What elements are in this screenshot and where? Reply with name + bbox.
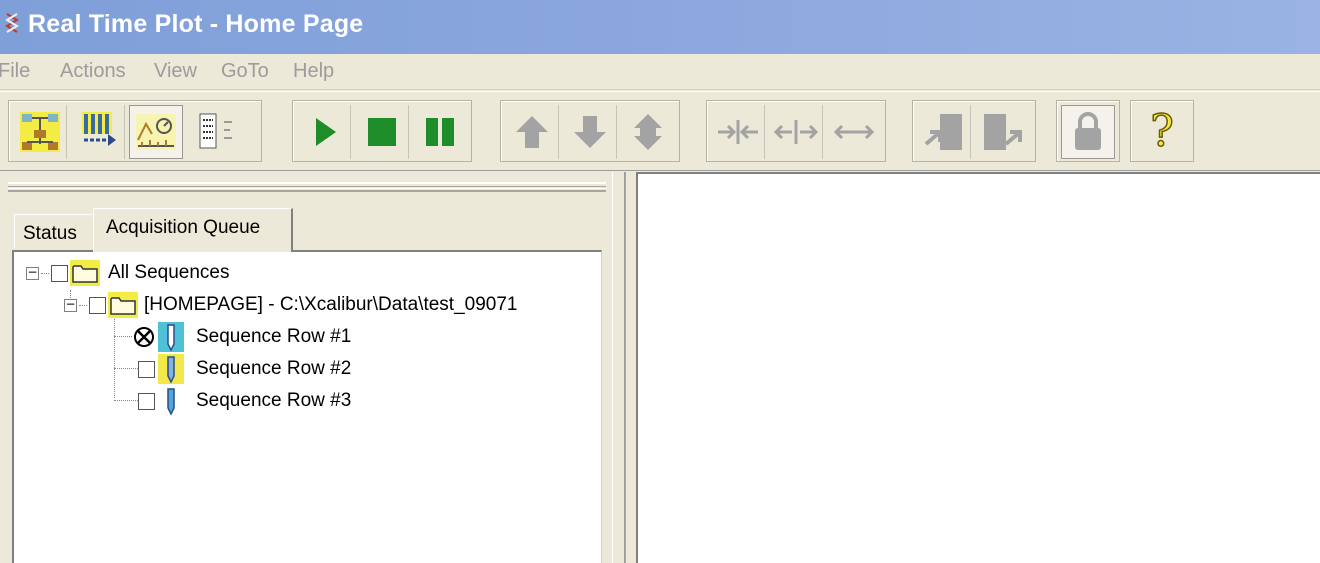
zoom-in-x-icon xyxy=(717,120,758,144)
move-down-icon xyxy=(573,116,606,148)
stop-icon xyxy=(367,118,396,146)
autoscale-x-icon xyxy=(833,124,875,140)
move-up-down-icon xyxy=(634,114,662,150)
vial-icon xyxy=(158,322,184,352)
menu-goto[interactable]: GoTo xyxy=(221,60,269,83)
export-icon xyxy=(984,114,1022,150)
tree-node-sequence[interactable]: − [HOMEPAGE] - C:\Xcalibur\Data\test_090… xyxy=(64,290,517,320)
sequence-icon xyxy=(199,113,232,149)
tab-acquisition-queue[interactable]: Acquisition Queue xyxy=(93,208,293,252)
app-icon xyxy=(5,13,19,33)
real-time-plot-button[interactable] xyxy=(129,105,183,159)
zoom-out-x-button[interactable] xyxy=(769,105,823,159)
tree-node-row-1[interactable]: Sequence Row #1 xyxy=(132,322,351,352)
sequence-button[interactable] xyxy=(189,105,243,159)
tree-connector xyxy=(114,314,115,398)
help-icon: ? xyxy=(1149,106,1174,157)
tree-checkbox[interactable] xyxy=(138,360,155,378)
error-circle-icon xyxy=(134,327,154,347)
menu-help[interactable]: Help xyxy=(293,60,334,83)
start-button[interactable] xyxy=(297,105,351,159)
sequence-tree: − All Sequences − [HOMEPAGE] - C:\Xcalib… xyxy=(12,250,602,563)
zoom-toolbar-group xyxy=(706,100,886,162)
menu-bar: File Actions View GoTo Help xyxy=(0,54,1320,90)
folder-icon xyxy=(108,292,138,318)
lock-toolbar-group xyxy=(1056,100,1120,162)
tree-label-row: Sequence Row #1 xyxy=(196,326,352,347)
tree-checkbox[interactable] xyxy=(51,264,68,282)
move-up-icon xyxy=(515,116,548,148)
window-title: Real Time Plot - Home Page xyxy=(28,10,364,38)
tree-label-row: Sequence Row #3 xyxy=(196,390,352,411)
pause-button[interactable] xyxy=(413,105,467,159)
help-toolbar-group: ? xyxy=(1130,100,1194,162)
tree-checkbox[interactable] xyxy=(89,296,106,314)
view-toolbar-group xyxy=(8,100,262,162)
lock-button[interactable] xyxy=(1061,105,1115,159)
collapse-icon[interactable]: − xyxy=(64,298,77,312)
tree-connector xyxy=(114,336,132,337)
tree-checkbox[interactable] xyxy=(138,392,155,410)
import-icon xyxy=(924,114,962,150)
title-bar[interactable]: Real Time Plot - Home Page xyxy=(0,0,1320,54)
menu-file[interactable]: File xyxy=(0,60,30,83)
acquisition-pane: Status Acquisition Queue − All Sequences xyxy=(0,172,626,563)
move-toolbar-group xyxy=(500,100,680,162)
tree-label-sequence: [HOMEPAGE] - C:\Xcalibur\Data\test_09071 xyxy=(144,294,518,315)
zoom-in-x-button[interactable] xyxy=(711,105,765,159)
zoom-out-x-icon xyxy=(773,120,818,144)
lock-icon xyxy=(1075,112,1101,150)
tree-connector xyxy=(114,400,140,401)
tree-node-row-2[interactable]: Sequence Row #2 xyxy=(138,354,351,384)
pause-icon xyxy=(426,118,454,146)
move-up-button[interactable] xyxy=(505,105,559,159)
vial-icon xyxy=(158,354,184,384)
run-toolbar-group xyxy=(292,100,472,162)
export-button[interactable] xyxy=(975,105,1029,159)
start-icon xyxy=(315,118,336,146)
folder-icon xyxy=(70,260,100,286)
routing-button[interactable] xyxy=(13,105,67,159)
move-up-down-button[interactable] xyxy=(621,105,675,159)
pane-grip-inner xyxy=(8,186,606,189)
menu-view[interactable]: View xyxy=(154,60,197,83)
instrument-setup-button[interactable] xyxy=(71,105,125,159)
help-button[interactable]: ? xyxy=(1135,105,1189,159)
routing-icon xyxy=(19,112,60,152)
app-window: Real Time Plot - Home Page File Actions … xyxy=(0,0,1320,563)
tree-node-all-sequences[interactable]: − All Sequences xyxy=(26,258,229,288)
real-time-plot-icon xyxy=(136,114,176,150)
transfer-toolbar-group xyxy=(912,100,1036,162)
instrument-setup-icon xyxy=(81,112,116,146)
collapse-icon[interactable]: − xyxy=(26,266,39,280)
tree-label-row: Sequence Row #2 xyxy=(196,358,352,379)
move-down-button[interactable] xyxy=(563,105,617,159)
toolbar: ? xyxy=(0,91,1320,171)
import-button[interactable] xyxy=(917,105,971,159)
tree-node-row-3[interactable]: Sequence Row #3 xyxy=(138,386,351,416)
tree-connector xyxy=(114,368,140,369)
menu-actions[interactable]: Actions xyxy=(60,60,126,83)
stop-button[interactable] xyxy=(355,105,409,159)
tab-status[interactable]: Status xyxy=(14,214,92,248)
tree-label-root: All Sequences xyxy=(108,262,230,283)
plot-area[interactable] xyxy=(636,172,1320,563)
pane-splitter[interactable] xyxy=(612,172,626,563)
autoscale-x-button[interactable] xyxy=(827,105,881,159)
vial-icon xyxy=(167,388,175,416)
